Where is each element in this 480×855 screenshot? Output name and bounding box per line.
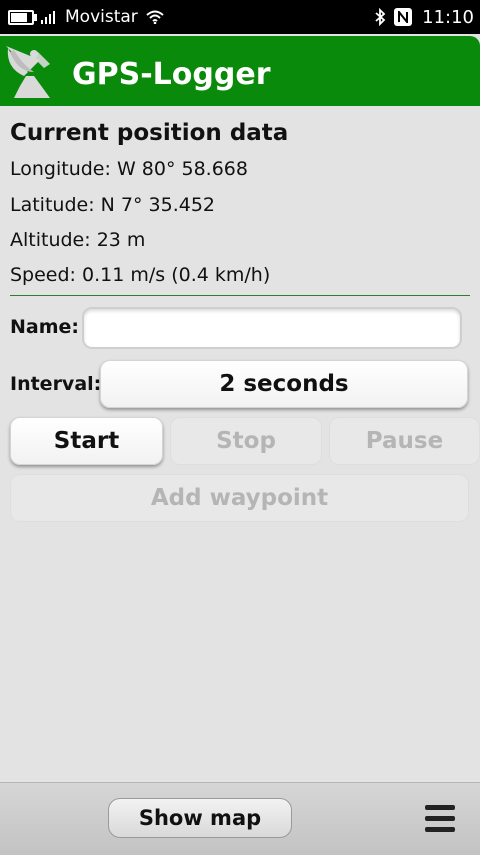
carrier-name: Movistar <box>65 7 138 27</box>
status-bar-left: Movistar <box>8 0 164 34</box>
interval-label: Interval: <box>10 373 102 395</box>
name-label: Name: <box>10 316 80 338</box>
nfc-icon <box>394 8 413 26</box>
altitude-value: Altitude: 23 m <box>10 229 146 251</box>
bottom-toolbar: Show map <box>0 782 480 855</box>
wifi-icon <box>146 10 164 24</box>
section-title: Current position data <box>10 120 289 146</box>
app-title: GPS-Logger <box>72 57 271 92</box>
battery-icon <box>8 9 37 25</box>
battery-fill <box>11 12 27 22</box>
divider <box>10 295 470 296</box>
menu-icon[interactable] <box>425 805 455 833</box>
show-map-button[interactable]: Show map <box>108 798 292 838</box>
longitude-value: Longitude: W 80° 58.668 <box>10 158 248 180</box>
bluetooth-icon <box>375 8 386 26</box>
satellite-dish-icon <box>6 46 50 98</box>
app-header: GPS-Logger <box>0 36 480 106</box>
add-waypoint-button[interactable]: Add waypoint <box>10 474 469 522</box>
speed-value: Speed: 0.11 m/s (0.4 km/h) <box>10 264 271 286</box>
start-button[interactable]: Start <box>10 417 163 465</box>
clock: 11:10 <box>422 6 474 28</box>
interval-selector[interactable]: 2 seconds <box>100 360 468 408</box>
pause-button[interactable]: Pause <box>329 417 480 465</box>
stop-button[interactable]: Stop <box>170 417 322 465</box>
status-bar: Movistar 11:10 <box>0 0 480 34</box>
latitude-value: Latitude: N 7° 35.452 <box>10 194 216 216</box>
status-bar-right: 11:10 <box>374 0 474 34</box>
signal-strength-icon <box>41 10 57 24</box>
name-input[interactable] <box>82 307 462 349</box>
